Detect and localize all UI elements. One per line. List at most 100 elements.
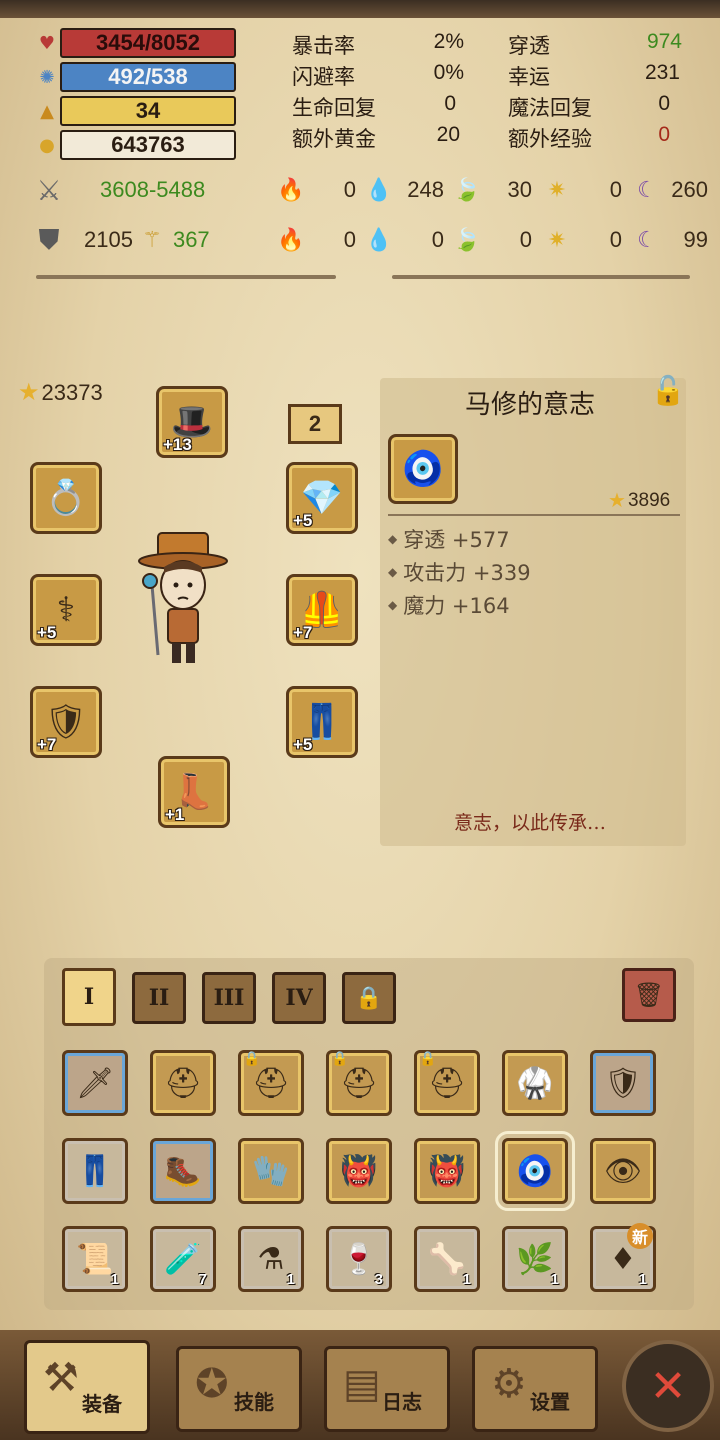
inventory-item-selected[interactable]: 🧿: [495, 1131, 575, 1211]
stat-value: 0: [658, 123, 670, 146]
inventory-item[interactable]: 🥋: [502, 1050, 568, 1116]
inventory-item[interactable]: 🛡: [590, 1050, 656, 1116]
tab-page-3[interactable]: III: [202, 972, 256, 1024]
detail-item-icon: 🧿: [388, 434, 458, 504]
fire-attack: 🔥 0: [276, 170, 356, 210]
gold-bar: 643763: [60, 130, 236, 160]
inventory-item[interactable]: 🔒 ⛑: [326, 1050, 392, 1116]
inventory-item[interactable]: 👹: [326, 1138, 392, 1204]
equip-slot-hat[interactable]: 🎩 +13: [156, 386, 228, 458]
inventory-item[interactable]: 🧤: [238, 1138, 304, 1204]
item-title: 马修的意志: [464, 389, 595, 420]
moon-icon: ☾: [637, 177, 657, 202]
equip-slot-boots[interactable]: 👢 +1: [158, 756, 230, 828]
nav-skills[interactable]: ✪ 技能: [176, 1346, 302, 1432]
stat-value: 0%: [433, 61, 464, 84]
inventory-item[interactable]: ⛑: [150, 1050, 216, 1116]
dark-attack: ☾ 260: [632, 170, 708, 210]
inventory-item[interactable]: 🔒 ⛑: [414, 1050, 480, 1116]
steel-boots-icon: 🥾: [164, 1153, 202, 1189]
inventory-item[interactable]: ⚗ 1: [238, 1226, 304, 1292]
equip-slot-ring[interactable]: 💍: [30, 462, 102, 534]
water-resist: 💧 0: [364, 220, 444, 260]
lock-icon: 🔒: [243, 1051, 261, 1067]
will-amulet-icon: 🧿: [401, 449, 445, 489]
horned-helm-icon: 👹: [428, 1153, 466, 1189]
mp-bar: 492/538: [60, 62, 236, 92]
tab-page-2[interactable]: II: [132, 972, 186, 1024]
inventory-item[interactable]: 🌿 1: [502, 1226, 568, 1292]
stat-label: 生命回复: [292, 96, 376, 120]
inventory-item[interactable]: 🥾: [150, 1138, 216, 1204]
nav-log[interactable]: ▤ 日志: [324, 1346, 450, 1432]
mp-row: ✺ 492/538: [34, 62, 240, 92]
stat-value: 231: [644, 61, 680, 84]
inventory-item[interactable]: 👹: [414, 1138, 480, 1204]
equip-slot-amulet[interactable]: 💎 +5: [286, 462, 358, 534]
inventory-item[interactable]: 🗡: [62, 1050, 128, 1116]
moon-icon: ☾: [637, 227, 657, 252]
stat-value: 974: [646, 30, 682, 53]
new-badge: 新: [627, 1223, 653, 1249]
trash-button[interactable]: 🗑: [622, 968, 676, 1022]
stat-value: 0: [444, 92, 456, 115]
inventory-item[interactable]: 🦴 1: [414, 1226, 480, 1292]
unlock-icon[interactable]: 🔓: [646, 370, 690, 410]
axe-icon: ⚒: [43, 1355, 79, 1401]
bone-icon: 🦴: [428, 1241, 466, 1277]
inventory-item[interactable]: 📜 1: [62, 1226, 128, 1292]
fire-icon: 🔥: [277, 177, 305, 202]
stat-value: 2%: [433, 30, 464, 53]
magic-defense-value: 367: [172, 227, 210, 252]
ring-icon: 💍: [44, 478, 88, 518]
plate-armor-icon: 🛡: [603, 1065, 643, 1101]
staff-icon: ⚕: [56, 590, 76, 630]
close-button[interactable]: ✕: [622, 1340, 714, 1432]
burst-icon: ✷: [547, 177, 567, 202]
gold-row: ● 643763: [34, 130, 240, 160]
water-attack: 💧 248: [364, 170, 444, 210]
locked-helmet-icon: ⛑: [427, 1065, 467, 1101]
character-screen: ♥ 3454/8052 ✺ 492/538 ▲ 34 ● 643763 暴击率 …: [0, 0, 720, 1440]
nav-settings[interactable]: ⚙ 设置: [472, 1346, 598, 1432]
tab-locked[interactable]: 🔒: [342, 972, 396, 1024]
attack-row: ⚔ 3608-5488: [34, 170, 205, 210]
inventory-item[interactable]: 👖: [62, 1138, 128, 1204]
red-potion-icon: 🧪: [164, 1241, 202, 1277]
divider: [36, 275, 336, 279]
equip-slot-bracer[interactable]: 🛡 +7: [30, 686, 102, 758]
inventory-item[interactable]: 🧪 7: [150, 1226, 216, 1292]
hp-bar: 3454/8052: [60, 28, 236, 58]
gauntlet-icon: 🧤: [252, 1153, 290, 1189]
purple-potion-icon: 🍷: [340, 1241, 378, 1277]
equipment-score: ★ 23373: [18, 379, 103, 406]
attr-line: ◆ 穿透 +577: [388, 528, 510, 552]
attr-line: ◆ 魔力 +164: [388, 594, 510, 618]
leaf-icon: 🍃: [453, 227, 481, 252]
tab-page-1[interactable]: I: [62, 968, 116, 1026]
slot-count-badge[interactable]: 2: [288, 404, 342, 444]
journal-icon: ▤: [343, 1361, 381, 1407]
nav-equipment[interactable]: ⚒ 装备: [24, 1340, 150, 1434]
heart-icon: ♥: [38, 32, 56, 54]
water-icon: 💧: [365, 227, 393, 252]
leather-pants-icon: 👖: [76, 1153, 114, 1189]
equip-slot-weapon[interactable]: ⚕ +5: [30, 574, 102, 646]
diamond-icon: ◆: [388, 565, 398, 579]
locked-helmet-icon: ⛑: [339, 1065, 379, 1101]
tab-page-4[interactable]: IV: [272, 972, 326, 1024]
attack-range: 3608-5488: [100, 177, 206, 202]
inventory-item[interactable]: 👁: [590, 1138, 656, 1204]
item-quote: 意志，以此传承…: [453, 812, 606, 834]
divider: [392, 275, 690, 279]
equip-slot-chest[interactable]: 🦺 +7: [286, 574, 358, 646]
inventory-item[interactable]: ♦ 1 新: [590, 1223, 656, 1292]
eye-helm-icon: 👁: [603, 1153, 643, 1189]
star-icon: ★: [18, 379, 40, 406]
nature-resist: 🍃 0: [452, 220, 532, 260]
inventory-item[interactable]: 🔒 ⛑: [238, 1050, 304, 1116]
inventory-item[interactable]: 🍷 3: [326, 1226, 392, 1292]
stat-label: 幸运: [508, 65, 550, 89]
equip-slot-pants[interactable]: 👖 +5: [286, 686, 358, 758]
stat-value: 0: [658, 92, 670, 115]
